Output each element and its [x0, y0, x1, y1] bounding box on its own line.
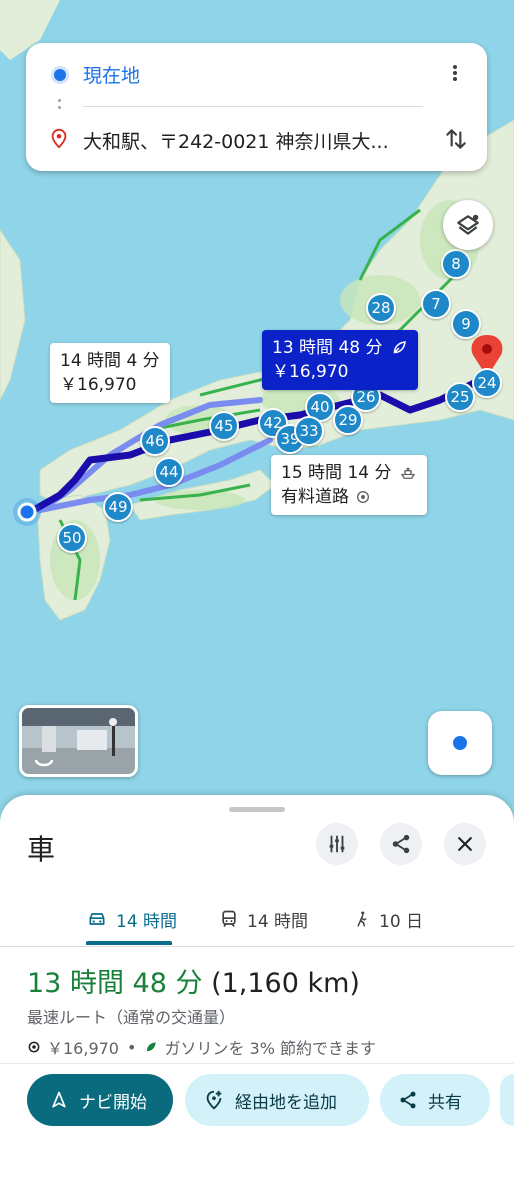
more-actions-button[interactable] — [500, 1074, 514, 1126]
tab-car[interactable]: 14 時間 — [86, 891, 177, 947]
origin-text: 現在地 — [83, 65, 141, 87]
tab-walk-label: 10 日 — [379, 911, 424, 932]
travel-mode-tabs: 14 時間 14 時間 10 日 — [0, 891, 514, 947]
walk-icon — [357, 911, 367, 927]
close-icon — [458, 837, 472, 851]
route-distance: (1,160 km) — [211, 968, 360, 999]
share-button[interactable] — [380, 823, 422, 865]
street-view-thumbnail[interactable] — [19, 705, 138, 777]
route-eco-savings: ガソリンを 3% 節約できます — [164, 1039, 376, 1058]
leaf-icon — [394, 341, 407, 354]
route-label-alt-2[interactable]: 15 時間 14 分 有料道路 — [271, 455, 428, 515]
destination-pin-icon — [51, 128, 67, 149]
road-badge: 7 — [421, 289, 451, 319]
route-label-cost: ￥16,970 — [60, 375, 137, 395]
layers-button[interactable] — [443, 200, 493, 250]
route-description: 最速ルート（通常の交通量） — [27, 1008, 236, 1027]
road-badge: 28 — [366, 293, 396, 323]
sheet-drag-handle[interactable] — [229, 807, 285, 812]
route-duration: 13 時間 48 分 — [27, 968, 203, 999]
divider — [0, 1063, 514, 1064]
my-location-button[interactable] — [428, 711, 492, 775]
directions-sheet: 車 14 時間 14 時間 10 日 13 時間 48 分 (1,160 km)… — [0, 795, 514, 1199]
route-label-alt-1[interactable]: 14 時間 4 分 ￥16,970 — [50, 343, 170, 403]
map-view[interactable]: 8 28 7 9 26 25 24 45 42 40 39 33 29 46 4… — [0, 0, 514, 830]
route-details: ￥16,970 • ガソリンを 3% 節約できます — [27, 1035, 376, 1059]
car-icon — [89, 913, 105, 925]
more-vert-icon[interactable] — [443, 63, 467, 87]
destination-field[interactable]: 大和駅、〒242-0021 神奈川県大... — [26, 109, 487, 171]
start-navigation-label: ナビ開始 — [79, 1092, 147, 1113]
toll-icon — [357, 491, 369, 503]
layers-icon — [457, 214, 479, 235]
tune-icon — [329, 835, 345, 853]
tab-walk[interactable]: 10 日 — [353, 891, 423, 947]
ferry-icon — [401, 467, 416, 479]
route-label-time: 13 時間 48 分 — [272, 338, 383, 358]
route-label-cost: 有料道路 — [281, 487, 349, 507]
road-badge: 45 — [209, 411, 239, 441]
toll-icon — [28, 1041, 40, 1053]
divider — [83, 106, 423, 107]
navigation-arrow-icon — [52, 1091, 66, 1108]
origin-marker — [17, 502, 37, 522]
my-location-icon — [453, 736, 467, 750]
eco-leaf-icon — [147, 1042, 157, 1052]
road-badge: 49 — [103, 492, 133, 522]
road-badge: 25 — [445, 382, 475, 412]
share-icon — [392, 834, 410, 854]
start-navigation-button[interactable]: ナビ開始 — [27, 1074, 173, 1126]
destination-text: 大和駅、〒242-0021 神奈川県大... — [83, 131, 389, 153]
route-label-time: 14 時間 4 分 — [60, 351, 160, 371]
road-badge: 46 — [140, 426, 170, 456]
road-badge: 9 — [451, 309, 481, 339]
road-badge: 29 — [333, 405, 363, 435]
train-icon — [222, 910, 236, 927]
active-tab-indicator — [86, 941, 172, 945]
road-badge: 50 — [57, 523, 87, 553]
add-stop-label: 経由地を追加 — [235, 1092, 337, 1113]
road-badge: 33 — [294, 416, 324, 446]
route-options-button[interactable] — [316, 823, 358, 865]
route-label-selected[interactable]: 13 時間 48 分 ￥16,970 — [262, 330, 419, 390]
route-toll: ￥16,970 — [47, 1039, 119, 1058]
close-button[interactable] — [444, 823, 486, 865]
road-badge: 8 — [441, 249, 471, 279]
travel-mode-title: 車 — [27, 833, 56, 866]
tab-transit-label: 14 時間 — [247, 911, 309, 932]
separator: • — [127, 1037, 137, 1057]
street-view-image — [22, 708, 135, 774]
share-label: 共有 — [428, 1092, 462, 1113]
road-badge: 44 — [154, 457, 184, 487]
tab-car-label: 14 時間 — [116, 911, 178, 932]
tab-transit[interactable]: 14 時間 — [219, 891, 308, 947]
origin-field[interactable]: 現在地 — [26, 43, 487, 105]
add-location-icon — [206, 1090, 222, 1110]
share-icon — [400, 1091, 416, 1109]
directions-search-card: 現在地 大和駅、〒242-0021 神奈川県大... — [26, 43, 487, 171]
share-route-button[interactable]: 共有 — [380, 1074, 490, 1126]
add-stop-button[interactable]: 経由地を追加 — [185, 1074, 369, 1126]
land-korea — [0, 229, 26, 401]
route-label-time: 15 時間 14 分 — [281, 463, 392, 483]
swap-icon[interactable] — [443, 125, 469, 153]
origin-dot-icon — [54, 69, 66, 81]
route-summary[interactable]: 13 時間 48 分 (1,160 km) — [27, 961, 360, 1000]
route-label-cost: ￥16,970 — [272, 362, 349, 382]
road-badge: 24 — [472, 368, 502, 398]
